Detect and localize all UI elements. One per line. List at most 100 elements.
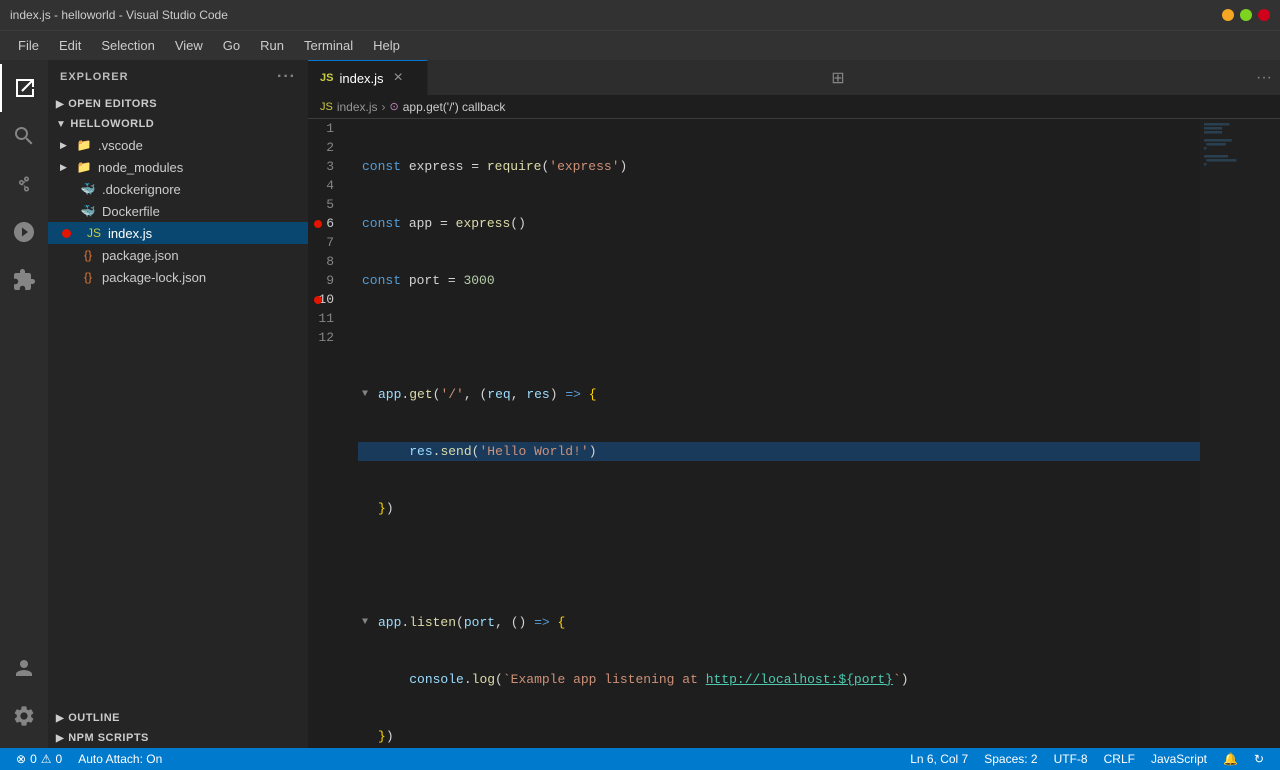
code-content[interactable]: const express = require('express') const… (358, 119, 1200, 748)
fold-arrow-5[interactable]: ▼ (362, 385, 378, 404)
activity-source-control[interactable] (0, 160, 48, 208)
breadcrumb-file[interactable]: index.js (337, 100, 378, 114)
packagelockjson-label: package-lock.json (102, 270, 206, 285)
node-modules-folder-icon: 📁 (76, 159, 92, 175)
menu-run[interactable]: Run (252, 34, 292, 57)
explorer-label: EXPLORER (60, 71, 129, 83)
menu-help[interactable]: Help (365, 34, 408, 57)
titlebar: index.js - helloworld - Visual Studio Co… (0, 0, 1280, 30)
file-vscode[interactable]: ▶ 📁 .vscode (48, 134, 308, 156)
vscode-chevron: ▶ (60, 140, 70, 151)
status-eol[interactable]: CRLF (1096, 748, 1143, 770)
fold-arrow-9[interactable]: ▼ (362, 613, 378, 632)
line-11: 11 (308, 309, 346, 328)
folder-icon: 📁 (76, 137, 92, 153)
packagelockjson-icon: {} (80, 269, 96, 285)
activity-extensions[interactable] (0, 256, 48, 304)
code-line-2: const app = express() (358, 214, 1200, 233)
auto-attach-label: Auto Attach: On (78, 752, 162, 766)
line-numbers: 1 2 3 4 5 6 7 8 9 10 11 12 (308, 119, 358, 748)
split-editor-button[interactable]: ⊞ (823, 60, 852, 95)
traffic-lights (1222, 9, 1270, 21)
code-line-5: ▼app.get('/', (req, res) => { (358, 385, 1200, 404)
sidebar-header: EXPLORER ··· (48, 60, 308, 94)
dockerignore-label: .dockerignore (102, 182, 181, 197)
dockerfile-icon: 🐳 (80, 203, 96, 219)
tab-more-button[interactable]: ··· (1248, 60, 1280, 95)
file-packagelockjson[interactable]: {} package-lock.json (48, 266, 308, 288)
outline-header[interactable]: ▶ Outline (48, 708, 308, 728)
line-12: 12 (308, 328, 346, 347)
open-editors-label: OPEN EDITORS (68, 98, 157, 110)
error-count: 0 (30, 752, 37, 766)
file-dockerfile[interactable]: 🐳 Dockerfile (48, 200, 308, 222)
titlebar-title: index.js - helloworld - Visual Studio Co… (10, 8, 228, 22)
code-editor[interactable]: 1 2 3 4 5 6 7 8 9 10 11 12 (308, 119, 1280, 748)
file-node-modules[interactable]: ▶ 📁 node_modules (48, 156, 308, 178)
tabs-bar: JS index.js × ⊞ ··· (308, 60, 1280, 95)
bell-icon: 🔔 (1223, 752, 1238, 766)
line-4: 4 (308, 176, 346, 195)
maximize-button[interactable] (1240, 9, 1252, 21)
menu-view[interactable]: View (167, 34, 211, 57)
tab-indexjs[interactable]: JS index.js × (308, 60, 428, 95)
activity-settings[interactable] (0, 692, 48, 740)
status-auto-attach[interactable]: Auto Attach: On (70, 748, 170, 770)
node-modules-label: node_modules (98, 160, 183, 175)
line-10: 10 (308, 290, 346, 309)
menu-file[interactable]: File (10, 34, 47, 57)
file-dockerignore[interactable]: 🐳 .dockerignore (48, 178, 308, 200)
status-errors[interactable]: ⊗ 0 ⚠ 0 (8, 748, 70, 770)
menu-go[interactable]: Go (215, 34, 248, 57)
activity-run-debug[interactable] (0, 208, 48, 256)
code-line-7: }) (358, 499, 1200, 518)
breadcrumb-symbol[interactable]: app.get('/') callback (403, 100, 506, 114)
main-area: EXPLORER ··· ▶ OPEN EDITORS ▼ HELLOWORLD… (0, 60, 1280, 748)
code-line-9: ▼app.listen(port, () => { (358, 613, 1200, 632)
helloworld-header[interactable]: ▼ HELLOWORLD (48, 114, 308, 134)
activity-search[interactable] (0, 112, 48, 160)
tab-indexjs-icon: JS (320, 72, 333, 84)
menu-edit[interactable]: Edit (51, 34, 89, 57)
error-icon: ⊗ (16, 752, 26, 766)
line-5: 5 (308, 195, 346, 214)
minimize-button[interactable] (1222, 9, 1234, 21)
sidebar-bottom-sections: ▶ Outline ▶ NPM Scripts (48, 704, 308, 748)
open-editors-header[interactable]: ▶ OPEN EDITORS (48, 94, 308, 114)
status-language[interactable]: JavaScript (1143, 748, 1215, 770)
minimap: ▓▓▓▓▓▓▓▓▓▓▓▓▓▓▓▓▓▓▓▓▓ ▓▓▓▓▓▓▓▓▓▓▓▓▓▓▓ ▓▓… (1200, 119, 1280, 748)
tab-close-button[interactable]: × (394, 70, 403, 86)
menubar: File Edit Selection View Go Run Terminal… (0, 30, 1280, 60)
npm-scripts-label: NPM Scripts (68, 732, 149, 744)
status-bell[interactable]: 🔔 (1215, 748, 1246, 770)
editor-area: JS index.js × ⊞ ··· JS index.js › ⊙ app.… (308, 60, 1280, 748)
file-indexjs[interactable]: JS index.js (48, 222, 308, 244)
dockerfile-label: Dockerfile (102, 204, 160, 219)
indexjs-label: index.js (108, 226, 152, 241)
node-modules-chevron: ▶ (60, 162, 70, 173)
menu-terminal[interactable]: Terminal (296, 34, 361, 57)
line-7: 7 (308, 233, 346, 252)
activity-explorer[interactable] (0, 64, 48, 112)
status-encoding[interactable]: UTF-8 (1046, 748, 1096, 770)
status-spaces[interactable]: Spaces: 2 (976, 748, 1045, 770)
close-button[interactable] (1258, 9, 1270, 21)
breadcrumb-symbol-icon: ⊙ (390, 100, 399, 113)
breakpoint-line10 (314, 296, 322, 304)
status-position[interactable]: Ln 6, Col 7 (902, 748, 976, 770)
line-1: 1 (308, 119, 346, 138)
code-line-3: const port = 3000 (358, 271, 1200, 290)
file-packagejson[interactable]: {} package.json (48, 244, 308, 266)
status-right-group: Ln 6, Col 7 Spaces: 2 UTF-8 CRLF JavaScr… (902, 748, 1272, 770)
language-label: JavaScript (1151, 752, 1207, 766)
npm-scripts-header[interactable]: ▶ NPM Scripts (48, 728, 308, 748)
open-editors-section: ▶ OPEN EDITORS (48, 94, 308, 114)
status-sync[interactable]: ↻ (1246, 748, 1272, 770)
code-line-10: console.log(`Example app listening at ht… (358, 670, 1200, 689)
code-line-8 (358, 556, 1200, 575)
sidebar-more-button[interactable]: ··· (277, 68, 296, 86)
menu-selection[interactable]: Selection (93, 34, 162, 57)
sync-icon: ↻ (1254, 752, 1264, 766)
activity-account[interactable] (0, 644, 48, 692)
breakpoint-indicator (62, 229, 71, 238)
